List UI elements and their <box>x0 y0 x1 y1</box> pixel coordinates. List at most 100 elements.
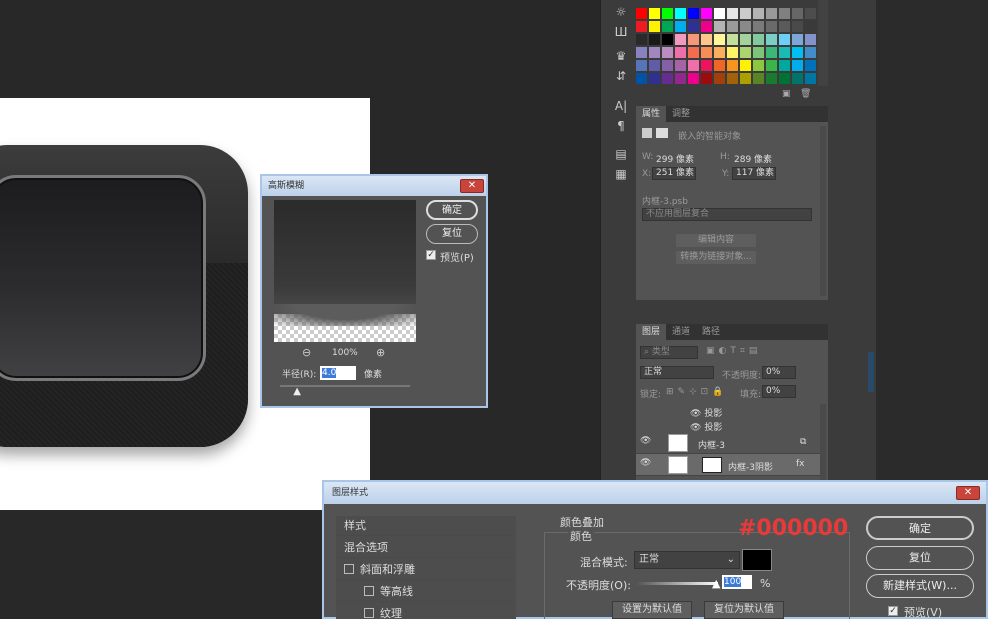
tab-properties[interactable]: 属性 <box>636 106 667 122</box>
opacity-slider-thumb[interactable]: ▲ <box>712 577 720 590</box>
color-swatch[interactable] <box>792 60 803 71</box>
ok-button[interactable]: 确定 <box>426 200 478 220</box>
style-list-item[interactable]: 等高线 <box>336 582 514 602</box>
color-swatch[interactable] <box>675 47 686 58</box>
color-swatch[interactable] <box>675 60 686 71</box>
adjust-icon[interactable]: ⇵ <box>608 66 634 86</box>
visibility-eye-icon[interactable]: 👁 <box>640 436 651 446</box>
style-list-item[interactable]: 样式 <box>336 516 514 536</box>
style-list-item[interactable]: 纹理 <box>336 604 514 619</box>
color-swatch[interactable] <box>701 73 712 84</box>
color-swatch[interactable] <box>662 60 673 71</box>
color-swatch[interactable] <box>701 34 712 45</box>
color-swatch[interactable] <box>701 60 712 71</box>
panel-edge-handle[interactable] <box>868 352 874 392</box>
color-swatch[interactable] <box>727 8 738 19</box>
zoom-out-icon[interactable]: ⊖ <box>302 346 311 359</box>
color-swatch[interactable] <box>805 8 816 19</box>
color-swatch[interactable] <box>649 21 660 32</box>
color-swatch[interactable] <box>766 21 777 32</box>
color-swatch[interactable] <box>740 21 751 32</box>
color-swatch[interactable] <box>753 34 764 45</box>
color-swatch[interactable] <box>636 73 647 84</box>
opacity-field[interactable]: 0% <box>762 366 796 379</box>
checkbox[interactable] <box>364 608 374 618</box>
reset-button[interactable]: 复位 <box>866 546 974 570</box>
checkbox[interactable] <box>344 564 354 574</box>
preview-checkbox[interactable]: ✓ <box>888 606 898 616</box>
color-swatch[interactable] <box>701 8 712 19</box>
color-swatch[interactable] <box>740 8 751 19</box>
color-swatch[interactable] <box>753 73 764 84</box>
color-swatch[interactable] <box>740 34 751 45</box>
checkbox[interactable] <box>364 586 374 596</box>
color-swatch[interactable] <box>792 47 803 58</box>
color-swatch[interactable] <box>662 8 673 19</box>
color-swatch[interactable] <box>753 60 764 71</box>
color-swatch[interactable] <box>714 21 725 32</box>
radius-input[interactable]: 4.0 <box>320 366 356 380</box>
color-swatch[interactable] <box>636 8 647 19</box>
color-swatch[interactable] <box>649 60 660 71</box>
style-list-item[interactable]: 斜面和浮雕 <box>336 560 514 580</box>
brightness-icon[interactable]: ☼ <box>608 2 634 22</box>
color-swatch[interactable] <box>727 21 738 32</box>
color-swatch[interactable] <box>727 47 738 58</box>
fill-field[interactable]: 0% <box>762 385 796 398</box>
color-swatch[interactable] <box>714 34 725 45</box>
tab-paths[interactable]: 路径 <box>696 324 726 340</box>
color-swatch[interactable] <box>675 34 686 45</box>
color-swatch[interactable] <box>714 73 725 84</box>
lock-icons[interactable]: ⊞✎⊹⊡🔒 <box>666 387 727 397</box>
color-swatch[interactable] <box>753 47 764 58</box>
color-swatch[interactable] <box>649 47 660 58</box>
color-swatch[interactable] <box>766 47 777 58</box>
tab-adjustments[interactable]: 调整 <box>666 106 696 122</box>
color-swatch[interactable] <box>688 34 699 45</box>
layer-row-selected[interactable]: 👁 内框-3阴影 fx <box>636 454 820 476</box>
color-swatch[interactable] <box>727 73 738 84</box>
color-swatch[interactable] <box>714 60 725 71</box>
color-swatch[interactable] <box>805 47 816 58</box>
color-swatch[interactable] <box>714 8 725 19</box>
color-swatch[interactable] <box>688 47 699 58</box>
histogram-icon[interactable]: Ш <box>608 22 634 42</box>
tab-channels[interactable]: 通道 <box>666 324 696 340</box>
color-swatch[interactable] <box>688 21 699 32</box>
color-swatch[interactable] <box>636 60 647 71</box>
color-swatch[interactable] <box>662 34 673 45</box>
color-swatch[interactable] <box>805 21 816 32</box>
color-swatch[interactable] <box>740 60 751 71</box>
color-swatch[interactable] <box>727 34 738 45</box>
new-swatch-icon[interactable]: ▣ <box>782 89 791 99</box>
color-swatch[interactable] <box>779 21 790 32</box>
h-value[interactable]: 289 像素 <box>734 152 772 165</box>
mask-icon[interactable] <box>656 128 668 138</box>
w-value[interactable]: 299 像素 <box>656 152 694 165</box>
color-swatch[interactable] <box>675 21 686 32</box>
blur-preview[interactable] <box>274 200 416 342</box>
character-icon[interactable]: A| <box>608 96 634 116</box>
color-swatch[interactable] <box>649 73 660 84</box>
color-swatch[interactable] <box>792 8 803 19</box>
close-button[interactable]: ✕ <box>460 179 484 193</box>
color-swatch[interactable] <box>688 60 699 71</box>
convert-linked-button[interactable]: 转换为链接对象... <box>676 251 756 264</box>
layer-comp-icon[interactable]: ▤ <box>608 144 634 164</box>
color-swatch[interactable] <box>753 8 764 19</box>
layers-scrollbar[interactable] <box>820 404 826 480</box>
properties-scrollbar[interactable] <box>820 126 826 296</box>
ok-button[interactable]: 确定 <box>866 516 974 540</box>
set-default-button[interactable]: 设置为默认值 <box>612 601 692 619</box>
color-swatch[interactable] <box>753 21 764 32</box>
color-swatch[interactable] <box>779 60 790 71</box>
style-list-item[interactable]: 混合选项 <box>336 538 514 558</box>
color-swatch[interactable] <box>779 8 790 19</box>
blend-mode-select[interactable]: 正常 ⌄ <box>634 551 740 569</box>
zoom-in-icon[interactable]: ⊕ <box>376 346 385 359</box>
color-swatch[interactable] <box>779 47 790 58</box>
edit-contents-button[interactable]: 编辑内容 <box>676 234 756 247</box>
layer-filter-icons[interactable]: ▣◐T⌗▤ <box>706 346 761 356</box>
close-button[interactable]: ✕ <box>956 486 980 500</box>
color-swatch[interactable] <box>766 8 777 19</box>
